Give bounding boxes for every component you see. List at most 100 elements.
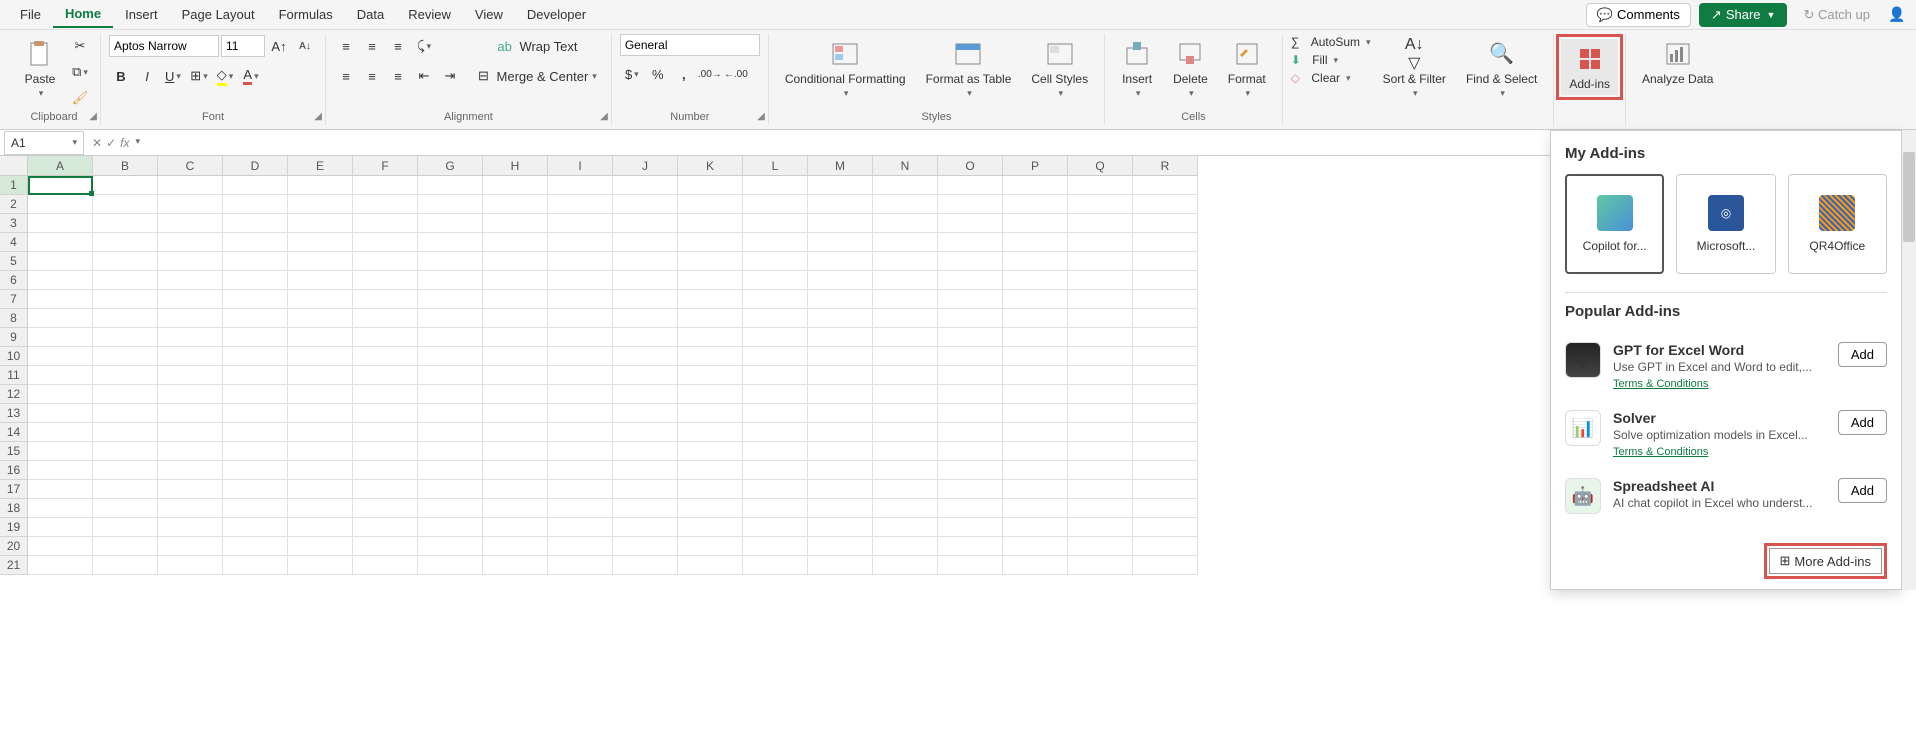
cell[interactable] [548,233,613,252]
cell[interactable] [548,442,613,461]
cell[interactable] [1068,309,1133,328]
addin-tile-qr4office[interactable]: QR4Office [1788,174,1887,274]
cell[interactable] [808,252,873,271]
cell[interactable] [483,556,548,575]
cell[interactable] [93,290,158,309]
cell[interactable] [1133,271,1198,290]
cell[interactable] [808,480,873,499]
row-header[interactable]: 2 [0,195,28,214]
cell[interactable] [93,442,158,461]
cell[interactable] [873,271,938,290]
cell[interactable] [613,290,678,309]
cell[interactable] [1003,556,1068,575]
cell[interactable] [418,480,483,499]
cell[interactable] [223,499,288,518]
format-table-button[interactable]: Format as Table▾ [918,34,1020,103]
cell[interactable] [1133,290,1198,309]
cell[interactable] [28,556,93,575]
cell[interactable] [28,518,93,537]
cell[interactable] [678,366,743,385]
cell[interactable] [1003,518,1068,537]
cell[interactable] [1003,214,1068,233]
cell[interactable] [353,423,418,442]
cell[interactable] [873,328,938,347]
cell[interactable] [613,404,678,423]
cell[interactable] [678,290,743,309]
cell[interactable] [483,423,548,442]
cell[interactable] [743,214,808,233]
cell[interactable] [743,366,808,385]
cell[interactable] [1068,480,1133,499]
cell[interactable] [418,233,483,252]
cell[interactable] [808,518,873,537]
cell[interactable] [938,480,1003,499]
row-header[interactable]: 4 [0,233,28,252]
cell[interactable] [873,404,938,423]
cell[interactable] [353,537,418,556]
cell[interactable] [938,328,1003,347]
cell[interactable] [353,233,418,252]
cell[interactable] [223,233,288,252]
cell[interactable] [613,347,678,366]
cell[interactable] [1003,176,1068,195]
cell[interactable] [678,442,743,461]
cell[interactable] [678,214,743,233]
cell[interactable] [158,480,223,499]
cell[interactable] [28,461,93,480]
dialog-launcher-icon[interactable]: ◢ [314,111,322,122]
cell[interactable] [938,499,1003,518]
cell[interactable] [678,518,743,537]
cell[interactable] [678,499,743,518]
cell[interactable] [418,195,483,214]
cell[interactable] [483,214,548,233]
cell[interactable] [873,385,938,404]
cell[interactable] [808,404,873,423]
share-button[interactable]: ↗Share▼ [1699,3,1788,27]
cut-button[interactable]: ✂ [68,34,92,58]
row-header[interactable]: 14 [0,423,28,442]
cell[interactable] [613,252,678,271]
accept-formula-icon[interactable]: ✓ [106,136,116,150]
cell[interactable] [223,195,288,214]
cell[interactable] [28,537,93,556]
cell[interactable] [613,442,678,461]
cell[interactable] [28,442,93,461]
cell[interactable] [548,290,613,309]
dialog-launcher-icon[interactable]: ◢ [89,111,97,122]
cell[interactable] [808,309,873,328]
cell[interactable] [938,271,1003,290]
pane-scrollbar[interactable] [1902,130,1916,590]
cell[interactable] [353,480,418,499]
cell[interactable] [93,176,158,195]
cell[interactable] [678,309,743,328]
cell[interactable] [1133,252,1198,271]
cell[interactable] [93,214,158,233]
cell[interactable] [1133,366,1198,385]
cell[interactable] [678,271,743,290]
cell[interactable] [93,233,158,252]
cell[interactable] [223,309,288,328]
cell[interactable] [743,442,808,461]
cell[interactable] [288,556,353,575]
cell[interactable] [1068,518,1133,537]
cell[interactable] [223,290,288,309]
cell[interactable] [938,176,1003,195]
cell[interactable] [613,195,678,214]
fx-icon[interactable]: fx [120,136,129,150]
cell[interactable] [158,309,223,328]
cell[interactable] [223,404,288,423]
cell[interactable] [28,499,93,518]
cell[interactable] [223,252,288,271]
col-header[interactable]: D [223,156,288,176]
cell[interactable] [418,214,483,233]
cell[interactable] [28,233,93,252]
cell[interactable] [353,366,418,385]
cell[interactable] [548,214,613,233]
cell[interactable] [873,423,938,442]
cell[interactable] [288,442,353,461]
merge-center-button[interactable]: ⊟ Merge & Center▾ [472,64,603,88]
user-avatar[interactable]: 👤 [1886,4,1908,26]
cell[interactable] [873,290,938,309]
tab-data[interactable]: Data [345,2,396,27]
cell[interactable] [288,537,353,556]
